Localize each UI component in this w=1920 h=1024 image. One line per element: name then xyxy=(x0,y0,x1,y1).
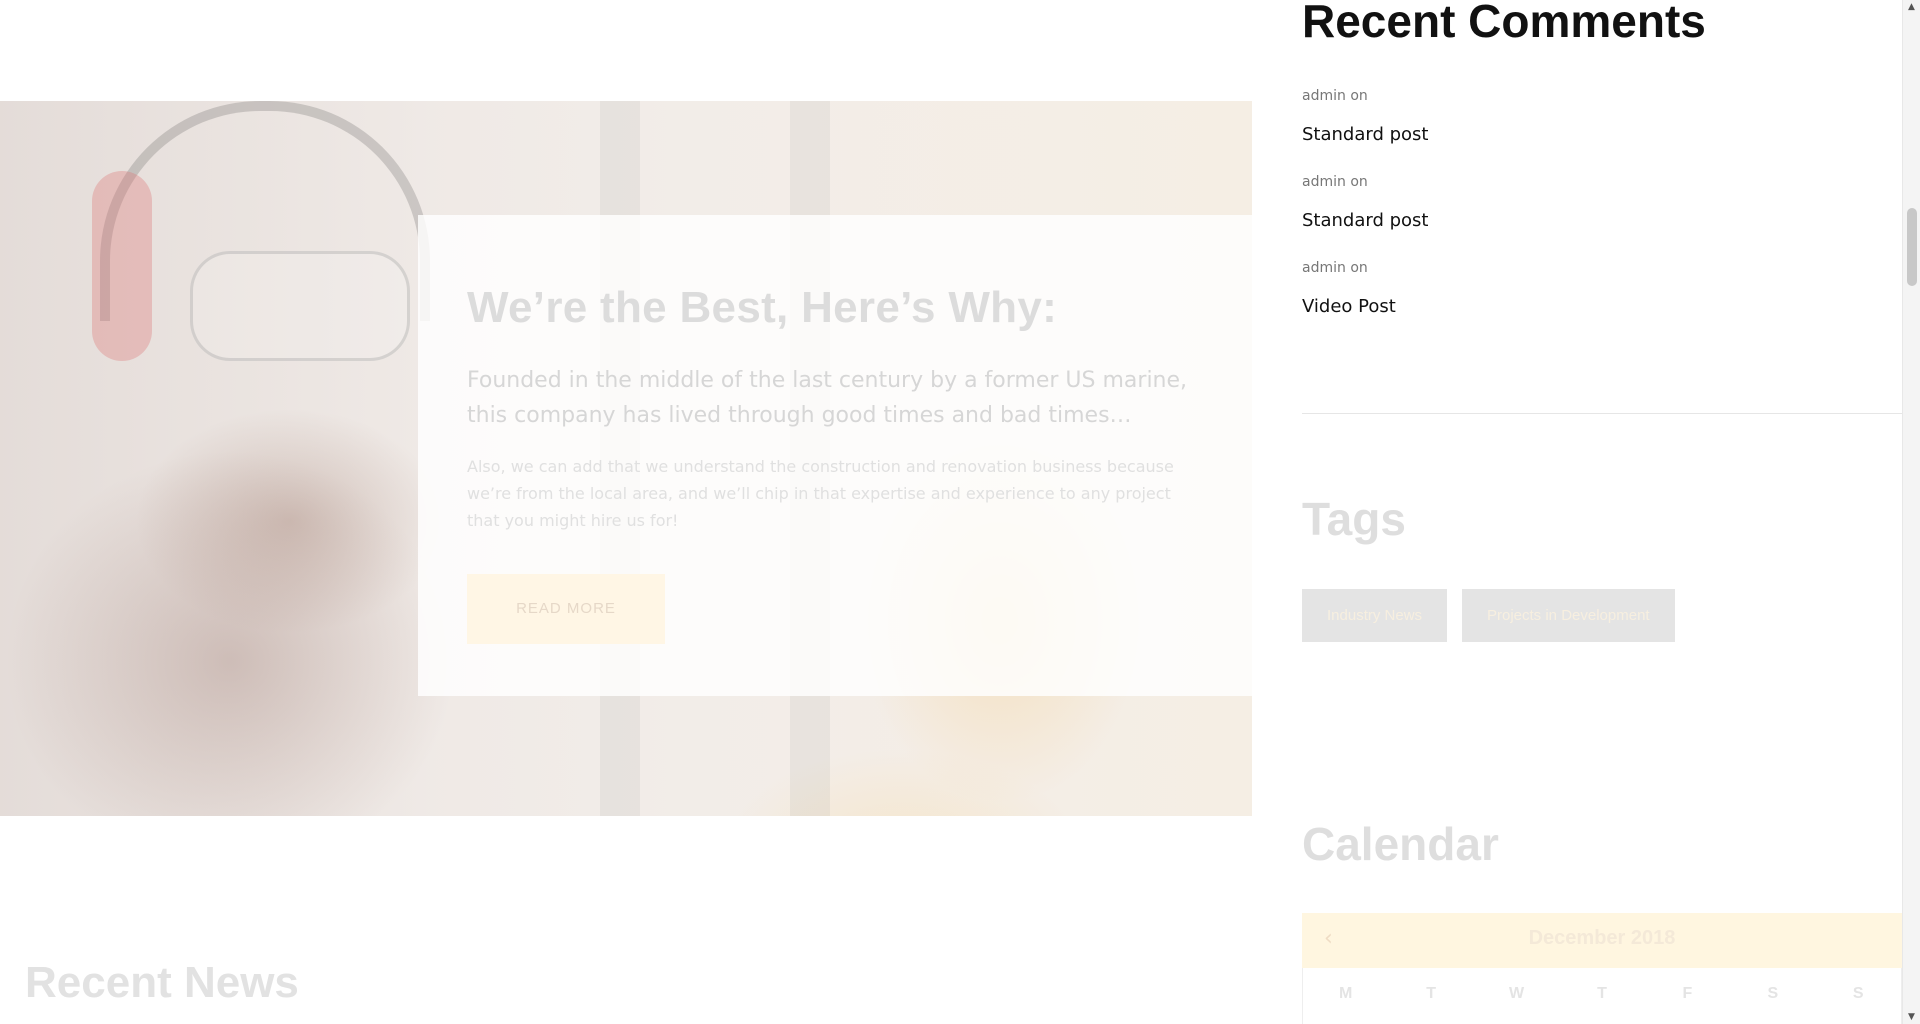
comment-post-link[interactable]: Standard post xyxy=(1302,124,1428,145)
comment-post-link[interactable]: Video Post xyxy=(1302,296,1396,317)
read-more-button[interactable]: READ MORE xyxy=(467,574,665,644)
calendar-title: Calendar xyxy=(1302,818,1499,870)
goggles-shape xyxy=(190,251,410,361)
earmuff-shape xyxy=(92,171,152,361)
about-body: Also, we can add that we understand the … xyxy=(467,457,1174,530)
recent-news-title: Recent News xyxy=(25,958,299,1007)
weekday-label: S xyxy=(1852,985,1864,1002)
comment-author[interactable]: admin xyxy=(1302,260,1346,276)
comment-author[interactable]: admin xyxy=(1302,88,1346,104)
about-card: We’re the Best, Here’s Why: Founded in t… xyxy=(418,215,1252,696)
sidebar: Recent Comments admin on Standard post a… xyxy=(1302,0,1902,1024)
scrollbar-thumb[interactable] xyxy=(1907,208,1917,286)
weekday-label: T xyxy=(1426,985,1437,1002)
weekday-label: F xyxy=(1682,985,1693,1002)
weekday-label: S xyxy=(1767,985,1779,1002)
scroll-down-arrow-icon[interactable]: ▼ xyxy=(1908,1012,1915,1022)
weekday-label: M xyxy=(1339,985,1353,1002)
scroll-up-arrow-icon[interactable]: ▲ xyxy=(1908,2,1915,12)
tags-title: Tags xyxy=(1302,493,1406,545)
calendar-month: December 2018 xyxy=(1528,927,1676,949)
comment-meta: admin on xyxy=(1302,88,1368,104)
page-scrollbar[interactable]: ▲ ▼ xyxy=(1902,0,1920,1024)
about-title: We’re the Best, Here’s Why: xyxy=(467,283,1058,332)
comment-on: on xyxy=(1350,174,1368,190)
weekday-label: W xyxy=(1509,985,1525,1002)
page: We’re the Best, Here’s Why: Founded in t… xyxy=(0,0,1920,1024)
calendar-weekdays: M T W T F S S xyxy=(1302,968,1902,1024)
tag-projects-in-development[interactable]: Projects in Development xyxy=(1462,589,1675,642)
comment-meta: admin on xyxy=(1302,260,1368,276)
comment-author[interactable]: admin xyxy=(1302,174,1346,190)
comment-on: on xyxy=(1350,88,1368,104)
about-lead: Founded in the middle of the last centur… xyxy=(467,368,1188,428)
comment-post-link[interactable]: Standard post xyxy=(1302,210,1428,231)
divider xyxy=(1302,413,1902,414)
calendar-header: ‹ December 2018 xyxy=(1302,913,1902,968)
weekday-label: T xyxy=(1597,985,1607,1002)
comment-meta: admin on xyxy=(1302,174,1368,190)
comment-on: on xyxy=(1350,260,1368,276)
recent-comments-title: Recent Comments xyxy=(1302,0,1706,47)
tag-industry-news[interactable]: Industry News xyxy=(1302,589,1448,642)
